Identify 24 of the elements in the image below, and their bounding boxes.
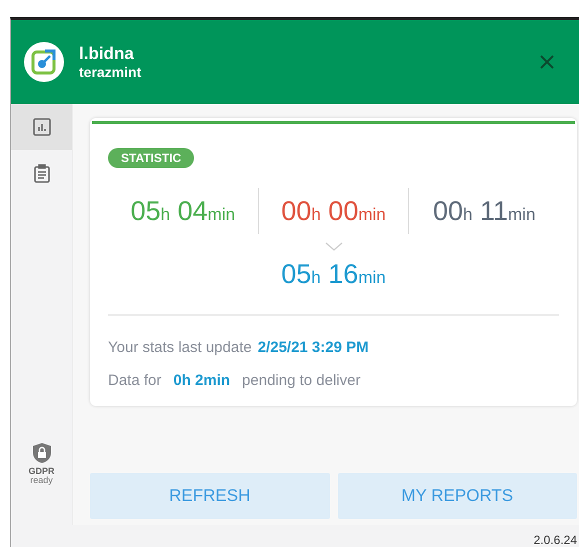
user-name: l.bidna bbox=[79, 42, 135, 64]
pending-label: pending to deliver bbox=[242, 370, 360, 390]
clipboard-icon bbox=[34, 164, 50, 182]
last-update-value: 2/25/21 3:29 PM bbox=[258, 338, 369, 358]
action-button[interactable]: REFRESH bbox=[90, 473, 330, 519]
close-icon bbox=[539, 54, 555, 70]
time-value: 05h 04min bbox=[130, 198, 236, 224]
shield-lock-icon bbox=[30, 442, 52, 464]
time-value: 00h 11min bbox=[432, 198, 536, 224]
gdpr-label: GDPR bbox=[28, 467, 54, 476]
chevron-down-icon bbox=[324, 242, 342, 251]
ready-label: ready bbox=[30, 476, 53, 485]
version-label: 2.0.6.24 bbox=[534, 534, 577, 547]
action-button[interactable]: MY REPORTS bbox=[338, 473, 577, 519]
last-update-label: Your stats last update bbox=[108, 338, 252, 358]
app-logo-icon bbox=[24, 42, 64, 82]
time-value: 05h 16min bbox=[281, 261, 386, 288]
data-for-label: Data for bbox=[108, 370, 162, 390]
account-name: terazmint bbox=[79, 64, 142, 82]
pending-time-value: 0h 2min bbox=[173, 370, 230, 390]
statistic-tag: STATISTIC bbox=[108, 148, 194, 168]
sidebar-tab[interactable] bbox=[11, 104, 72, 150]
time-value: 00h 00min bbox=[281, 198, 386, 224]
chart-icon bbox=[32, 118, 50, 136]
